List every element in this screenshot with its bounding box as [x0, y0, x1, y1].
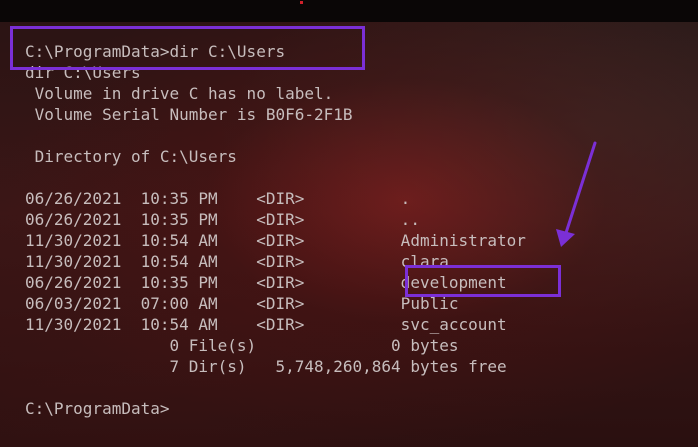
arrow-pointer-icon — [556, 141, 597, 247]
